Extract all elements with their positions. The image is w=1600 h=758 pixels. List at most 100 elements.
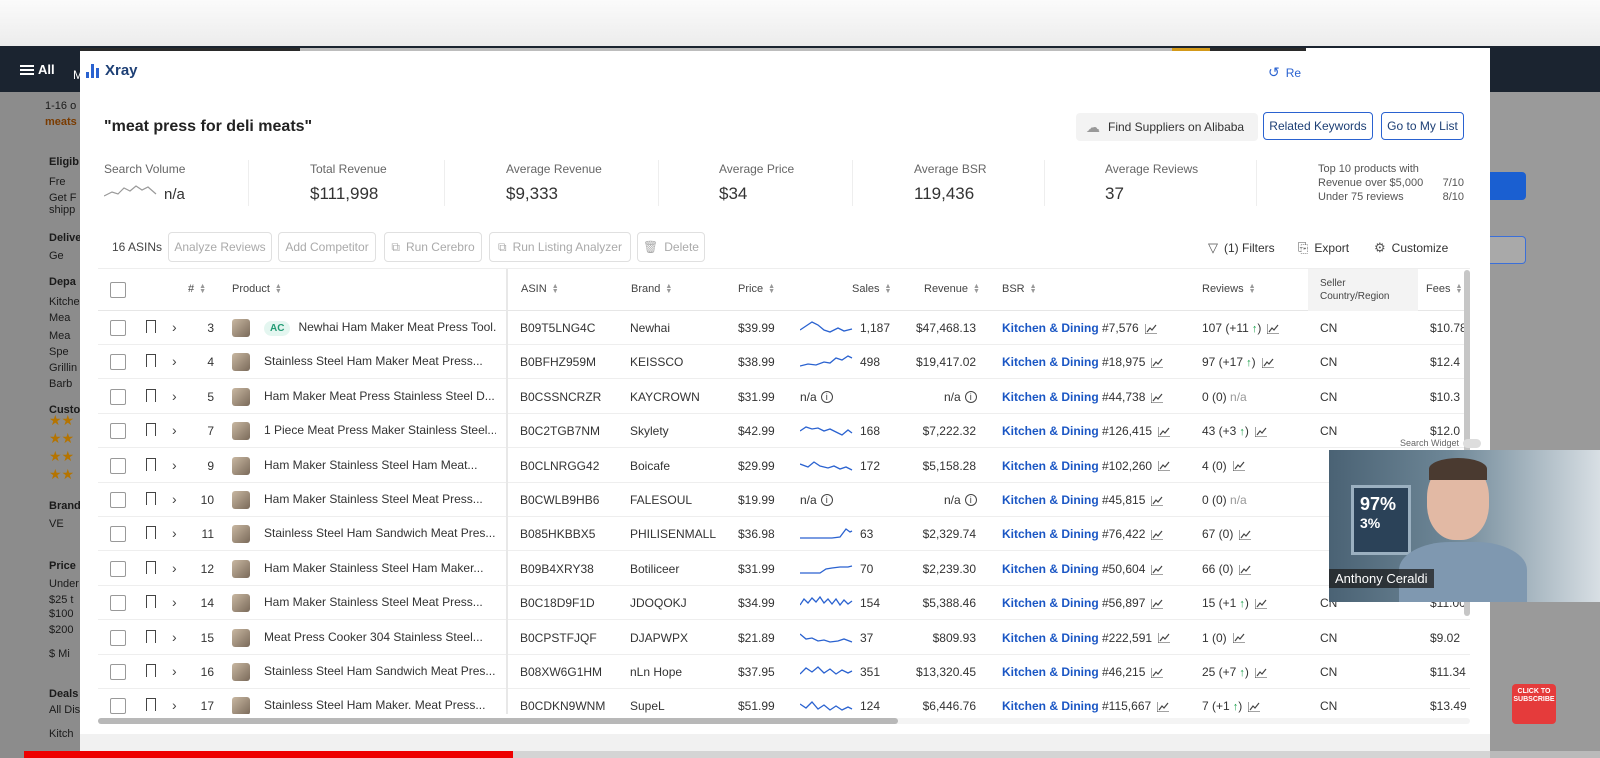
trend-chart-icon[interactable]	[1261, 358, 1274, 369]
trend-chart-icon[interactable]	[1151, 392, 1164, 403]
chevron-right-icon[interactable]: ›	[172, 629, 177, 645]
bookmark-icon[interactable]	[146, 354, 156, 373]
product-title[interactable]: Meat Press Cooker 304 Stainless Steel...	[264, 630, 496, 644]
bookmark-icon[interactable]	[146, 388, 156, 407]
col-header-seller-country[interactable]: Seller Country/Region	[1308, 269, 1418, 311]
bsr-category-link[interactable]: Kitchen & Dining	[1002, 699, 1099, 713]
product-title[interactable]: Ham Maker Stainless Steel Ham Maker...	[264, 561, 496, 575]
bsr-category-link[interactable]: Kitchen & Dining	[1002, 665, 1099, 679]
chevron-right-icon[interactable]: ›	[172, 388, 177, 404]
product-thumbnail[interactable]	[232, 628, 250, 647]
row-checkbox[interactable]	[110, 320, 126, 336]
product-thumbnail[interactable]	[232, 456, 250, 475]
info-icon[interactable]: i	[964, 494, 977, 506]
delete-button[interactable]: 🗑 Delete	[637, 232, 705, 262]
trend-chart-icon[interactable]	[1151, 667, 1164, 678]
related-keywords-button[interactable]: Related Keywords	[1263, 112, 1373, 140]
star-rating-icon[interactable]: ★★	[49, 412, 80, 429]
chevron-right-icon[interactable]: ›	[172, 560, 177, 576]
row-checkbox[interactable]	[110, 629, 126, 646]
bookmark-icon[interactable]	[146, 698, 156, 714]
trend-chart-icon[interactable]	[1254, 427, 1267, 438]
row-checkbox[interactable]	[110, 457, 126, 474]
trend-chart-icon[interactable]	[1151, 358, 1164, 369]
bookmark-icon[interactable]	[146, 526, 156, 545]
product-thumbnail[interactable]	[232, 697, 250, 714]
table-row[interactable]: › 10 Ham Maker Stainless Steel Meat Pres…	[98, 483, 1470, 517]
col-header-product[interactable]: Product ▲ ▼	[232, 283, 282, 295]
chevron-right-icon[interactable]: ›	[172, 319, 177, 335]
asin-value[interactable]: B0CLNRGG42	[520, 459, 599, 473]
table-row[interactable]: › 4 Stainless Steel Ham Maker Meat Press…	[98, 345, 1470, 380]
asin-value[interactable]: B0C2TGB7NM	[520, 424, 600, 438]
asin-value[interactable]: B09B4XRY38	[520, 562, 594, 576]
customize-button[interactable]: ⚙ Customize	[1374, 240, 1448, 256]
asin-value[interactable]: B0CPSTFJQF	[520, 631, 597, 645]
chevron-right-icon[interactable]: ›	[172, 457, 177, 473]
product-thumbnail[interactable]	[232, 594, 250, 613]
chevron-right-icon[interactable]: ›	[172, 353, 177, 369]
asin-value[interactable]: B0CDKN9WNM	[520, 699, 605, 713]
chevron-right-icon[interactable]: ›	[172, 525, 177, 541]
product-title[interactable]: Ham Maker Stainless Steel Meat Press...	[264, 492, 496, 506]
add-competitor-button[interactable]: Add Competitor	[278, 232, 376, 262]
export-button[interactable]: ⎘ Export	[1298, 240, 1349, 256]
row-checkbox[interactable]	[110, 595, 126, 612]
go-to-list-button[interactable]: Go to My List	[1381, 112, 1464, 140]
product-title[interactable]: Stainless Steel Ham Maker Meat Press...	[264, 354, 496, 368]
asin-value[interactable]: B0BFHZ959M	[520, 355, 596, 369]
product-thumbnail[interactable]	[232, 525, 250, 544]
asin-value[interactable]: B09T5LNG4C	[520, 321, 595, 335]
product-title[interactable]: Ham Maker Stainless Steel Meat Press...	[264, 595, 496, 609]
chevron-right-icon[interactable]: ›	[172, 491, 177, 507]
table-row[interactable]: › 12 Ham Maker Stainless Steel Ham Maker…	[98, 552, 1470, 586]
bookmark-icon[interactable]	[146, 423, 156, 442]
find-suppliers-button[interactable]: ☁ Find Suppliers on Alibaba	[1076, 113, 1258, 141]
trend-chart-icon[interactable]	[1151, 599, 1164, 610]
product-title[interactable]: Stainless Steel Ham Sandwich Meat Pres..…	[264, 664, 496, 678]
trend-chart-icon[interactable]	[1151, 495, 1164, 506]
product-title[interactable]: Ham Maker Meat Press Stainless Steel D..…	[264, 389, 496, 403]
star-rating-icon[interactable]: ★★	[49, 448, 80, 465]
product-thumbnail[interactable]	[232, 319, 250, 337]
bookmark-icon[interactable]	[146, 457, 156, 476]
select-all-checkbox[interactable]	[110, 282, 126, 298]
table-row[interactable]: › 17 Stainless Steel Ham Maker. Meat Pre…	[98, 689, 1470, 714]
col-header-num[interactable]: # ▲ ▼	[188, 283, 206, 295]
reset-button[interactable]: ↺ Re	[1268, 64, 1301, 81]
bookmark-icon[interactable]	[146, 492, 156, 510]
info-icon[interactable]: i	[964, 390, 977, 403]
col-header-bsr[interactable]: BSR ▲ ▼	[1002, 283, 1037, 295]
table-row[interactable]: › 5 Ham Maker Meat Press Stainless Steel…	[98, 380, 1470, 414]
bsr-category-link[interactable]: Kitchen & Dining	[1002, 562, 1099, 576]
product-title[interactable]: AC Newhai Ham Maker Meat Press Tool...	[264, 320, 496, 336]
info-icon[interactable]: i	[820, 494, 833, 506]
analyze-reviews-button[interactable]: Analyze Reviews	[168, 232, 272, 262]
trend-chart-icon[interactable]	[1158, 461, 1171, 472]
trend-chart-icon[interactable]	[1254, 667, 1267, 678]
bsr-category-link[interactable]: Kitchen & Dining	[1002, 355, 1099, 369]
trend-chart-icon[interactable]	[1158, 633, 1171, 644]
table-row[interactable]: › 7 1 Piece Meat Press Maker Stainless S…	[98, 414, 1470, 449]
row-checkbox[interactable]	[110, 560, 126, 577]
bookmark-icon[interactable]	[146, 595, 156, 614]
asin-value[interactable]: B0CSSNCRZR	[520, 390, 601, 404]
horizontal-scrollbar-thumb[interactable]	[98, 718, 898, 724]
product-thumbnail[interactable]	[232, 559, 250, 578]
bsr-category-link[interactable]: Kitchen & Dining	[1002, 631, 1099, 645]
row-checkbox[interactable]	[110, 388, 126, 405]
col-header-revenue[interactable]: Revenue ▲ ▼	[924, 283, 980, 295]
bsr-category-link[interactable]: Kitchen & Dining	[1002, 527, 1099, 541]
trend-chart-icon[interactable]	[1239, 530, 1252, 541]
subscribe-button[interactable]: CLICK TO SUBSCRIBE	[1512, 684, 1556, 724]
trend-chart-icon[interactable]	[1254, 599, 1267, 610]
bookmark-icon[interactable]	[146, 664, 156, 682]
run-listing-analyzer-button[interactable]: ⧉ Run Listing Analyzer	[489, 232, 631, 262]
trend-chart-icon[interactable]	[1248, 702, 1261, 713]
product-title[interactable]: Stainless Steel Ham Sandwich Meat Pres..…	[264, 526, 496, 540]
star-rating-icon[interactable]: ★★	[49, 466, 80, 483]
row-checkbox[interactable]	[110, 526, 126, 543]
bsr-category-link[interactable]: Kitchen & Dining	[1002, 390, 1099, 404]
star-rating-icon[interactable]: ★★	[49, 430, 80, 447]
bsr-category-link[interactable]: Kitchen & Dining	[1002, 321, 1099, 335]
